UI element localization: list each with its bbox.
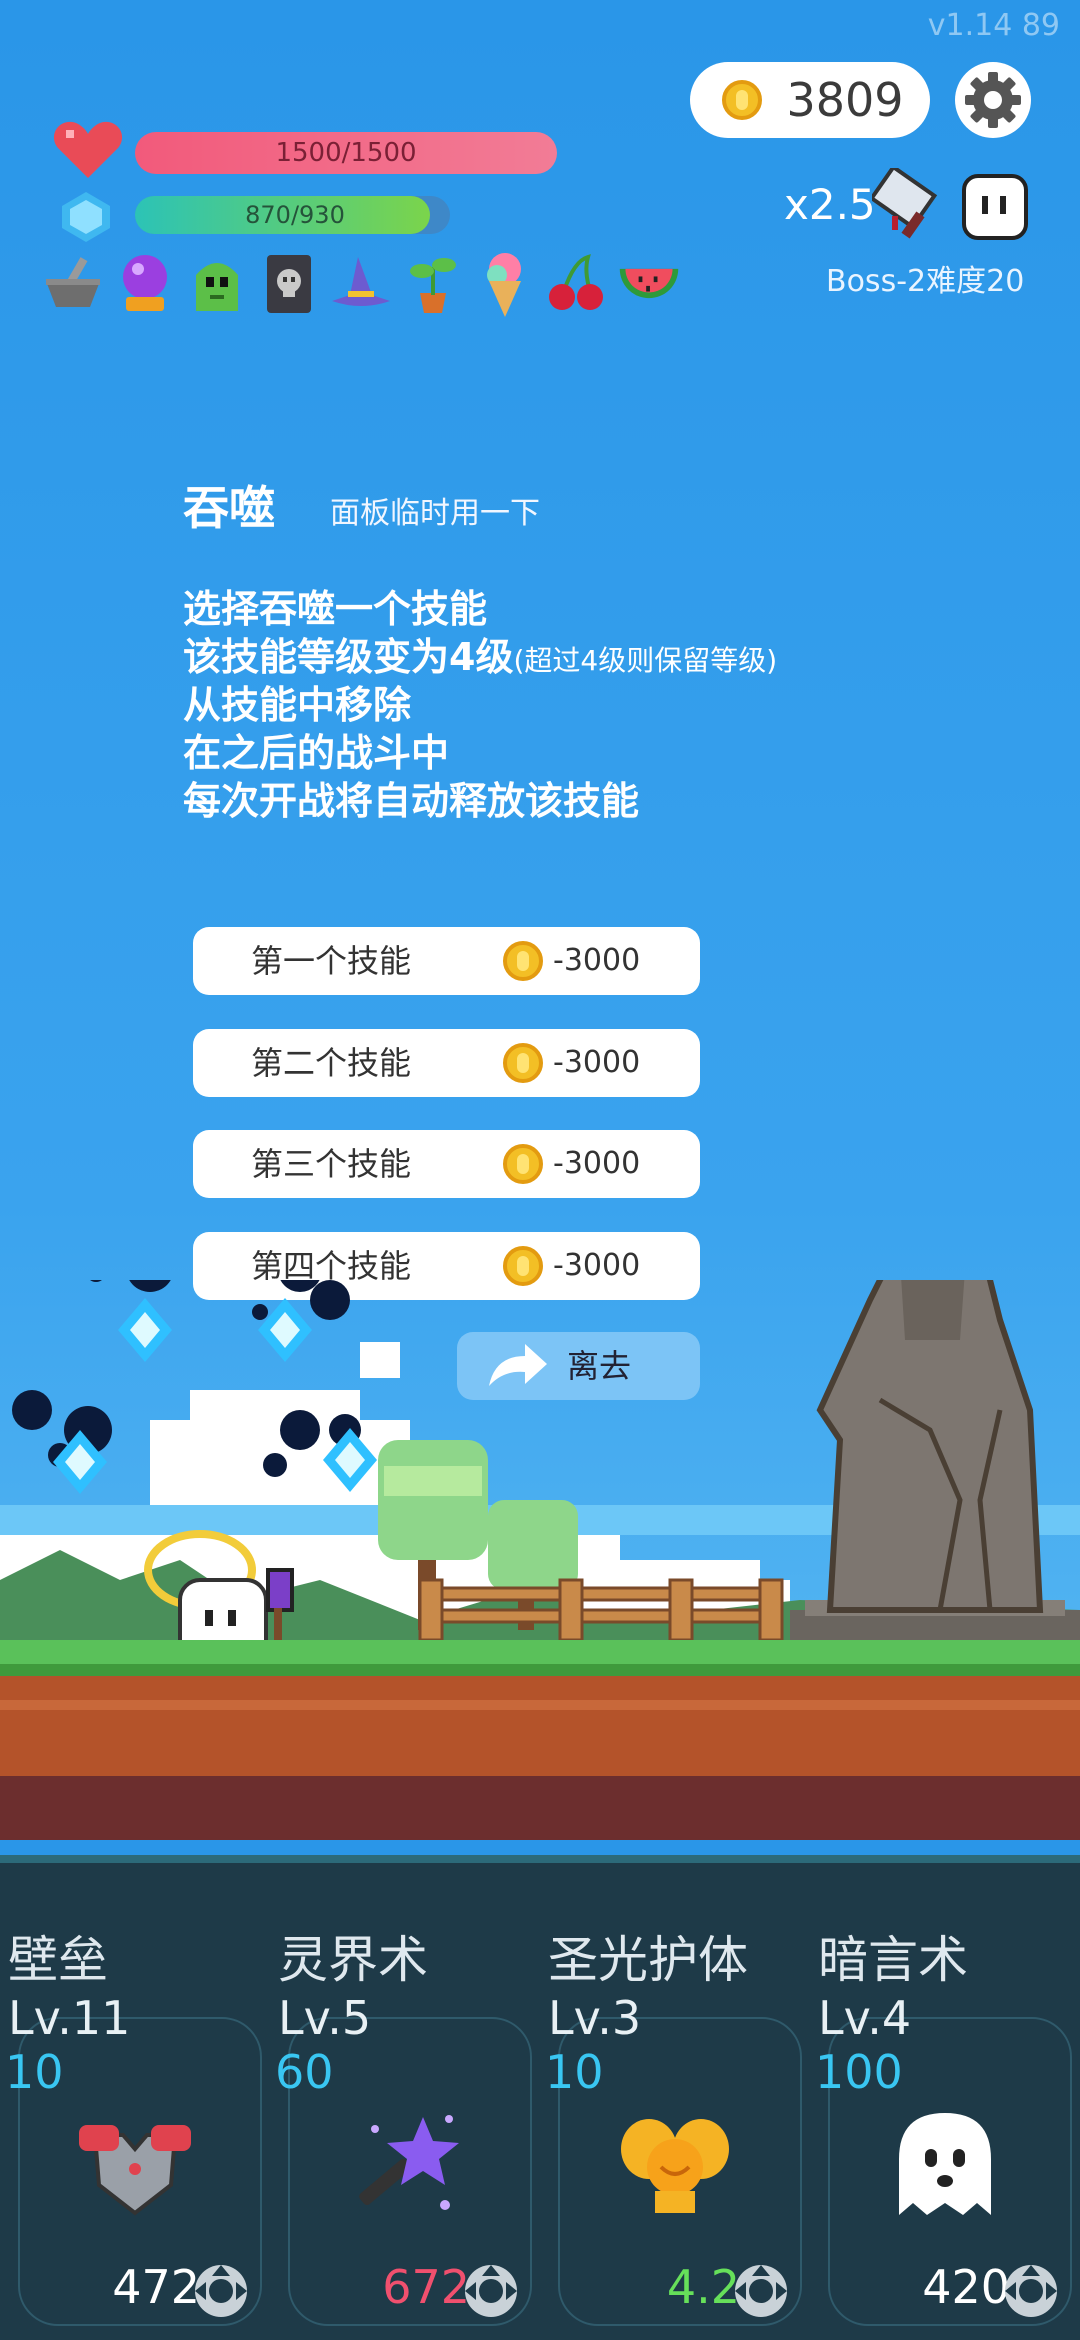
coin-icon [503, 1144, 543, 1184]
slime-icon[interactable] [184, 248, 250, 320]
panel-title: 吞噬 [183, 481, 275, 535]
skill-value: 472 [112, 2260, 200, 2314]
option-label: 第三个技能 [251, 1145, 412, 1183]
panel-line-5: 每次开战将自动释放该技能 [183, 779, 640, 823]
skill-name: 灵界术 [278, 1931, 428, 1989]
coin-icon [722, 80, 762, 120]
speed-multiplier[interactable]: x2.5 [784, 180, 876, 229]
skill-slot-1[interactable]: 壁垒 Lv.11 10 472 [0, 1855, 270, 2340]
skill-slot-4[interactable]: 暗言术 Lv.4 100 420 [810, 1855, 1080, 2340]
golden-wings-icon [621, 2119, 729, 2213]
skill-cost: 60 [275, 2045, 334, 2099]
skill-level: Lv.3 [548, 1991, 642, 2045]
skill-cost: 10 [545, 2045, 604, 2099]
boss-difficulty: Boss-2难度20 [826, 264, 1025, 299]
sprout-icon[interactable] [400, 248, 466, 320]
cooldown-icon [195, 2265, 247, 2317]
coin-counter: 3809 [690, 62, 930, 138]
skill-value: 420 [922, 2260, 1010, 2314]
ghost-face-icon [962, 174, 1028, 240]
version-label: v1.14 89 [927, 8, 1060, 43]
wizard-hat-icon[interactable] [328, 248, 394, 320]
skill-value: 672 [382, 2260, 470, 2314]
crystal-ball-icon[interactable] [112, 248, 178, 320]
skill-name: 暗言术 [818, 1931, 968, 1989]
magic-wand-icon [359, 2115, 459, 2210]
devour-skill-1-button[interactable]: 第一个技能 -3000 [193, 927, 700, 995]
cooldown-icon [465, 2265, 517, 2317]
arrow-forward-icon [489, 1344, 547, 1386]
panel-line-4: 在之后的战斗中 [183, 731, 450, 775]
coin-icon [503, 941, 543, 981]
skill-cost: 100 [815, 2045, 903, 2099]
cleaver-icon [872, 168, 938, 239]
skill-name: 壁垒 [8, 1931, 108, 1989]
armor-icon [79, 2125, 191, 2216]
leave-label: 离去 [567, 1347, 632, 1385]
panel-line-2: 该技能等级变为4级(超过4级则保留等级) [183, 635, 778, 679]
option-price: -3000 [553, 1045, 641, 1080]
skill-slot-2[interactable]: 灵界术 Lv.5 60 672 [270, 1855, 540, 2340]
option-price: -3000 [553, 943, 641, 978]
skull-book-icon[interactable] [256, 248, 322, 320]
stone-statue [790, 1280, 1080, 1660]
boss-icons [872, 168, 1028, 240]
skill-cost: 10 [5, 2045, 64, 2099]
option-label: 第二个技能 [251, 1044, 412, 1082]
panel-subtitle: 面板临时用一下 [330, 496, 540, 531]
hp-text: 1500/1500 [275, 138, 417, 168]
panel-line-1: 选择吞噬一个技能 [183, 587, 488, 631]
coin-icon [503, 1043, 543, 1083]
skill-level: Lv.11 [8, 1991, 131, 2045]
ice-cream-icon[interactable] [472, 248, 538, 320]
skill-level: Lv.4 [818, 1991, 912, 2045]
option-label: 第一个技能 [251, 942, 412, 980]
mp-text: 870/930 [245, 201, 345, 229]
skill-panel: 壁垒 Lv.11 10 472 灵界术 Lv.5 60 672 圣光护体 Lv.… [0, 1855, 1080, 2340]
cooldown-icon [1005, 2265, 1057, 2317]
skill-name: 圣光护体 [548, 1931, 748, 1989]
panel-line-3: 从技能中移除 [183, 683, 412, 727]
gear-icon [965, 72, 1021, 128]
heart-icon [53, 121, 123, 178]
ghost-icon [899, 2113, 991, 2215]
devour-skill-2-button[interactable]: 第二个技能 -3000 [193, 1029, 700, 1097]
settings-button[interactable] [955, 62, 1031, 138]
skill-slot-3[interactable]: 圣光护体 Lv.3 10 4.2 [540, 1855, 810, 2340]
mortar-icon[interactable] [40, 248, 106, 320]
watermelon-icon[interactable] [616, 248, 682, 320]
leave-button[interactable]: 离去 [457, 1332, 700, 1400]
coin-value: 3809 [786, 73, 904, 127]
skill-level: Lv.5 [278, 1991, 372, 2045]
mana-gem-icon [62, 192, 110, 242]
option-price: -3000 [553, 1146, 641, 1181]
cooldown-icon [735, 2265, 787, 2317]
item-bar [40, 248, 682, 328]
devour-skill-3-button[interactable]: 第三个技能 -3000 [193, 1130, 700, 1198]
cherries-icon[interactable] [544, 248, 610, 320]
